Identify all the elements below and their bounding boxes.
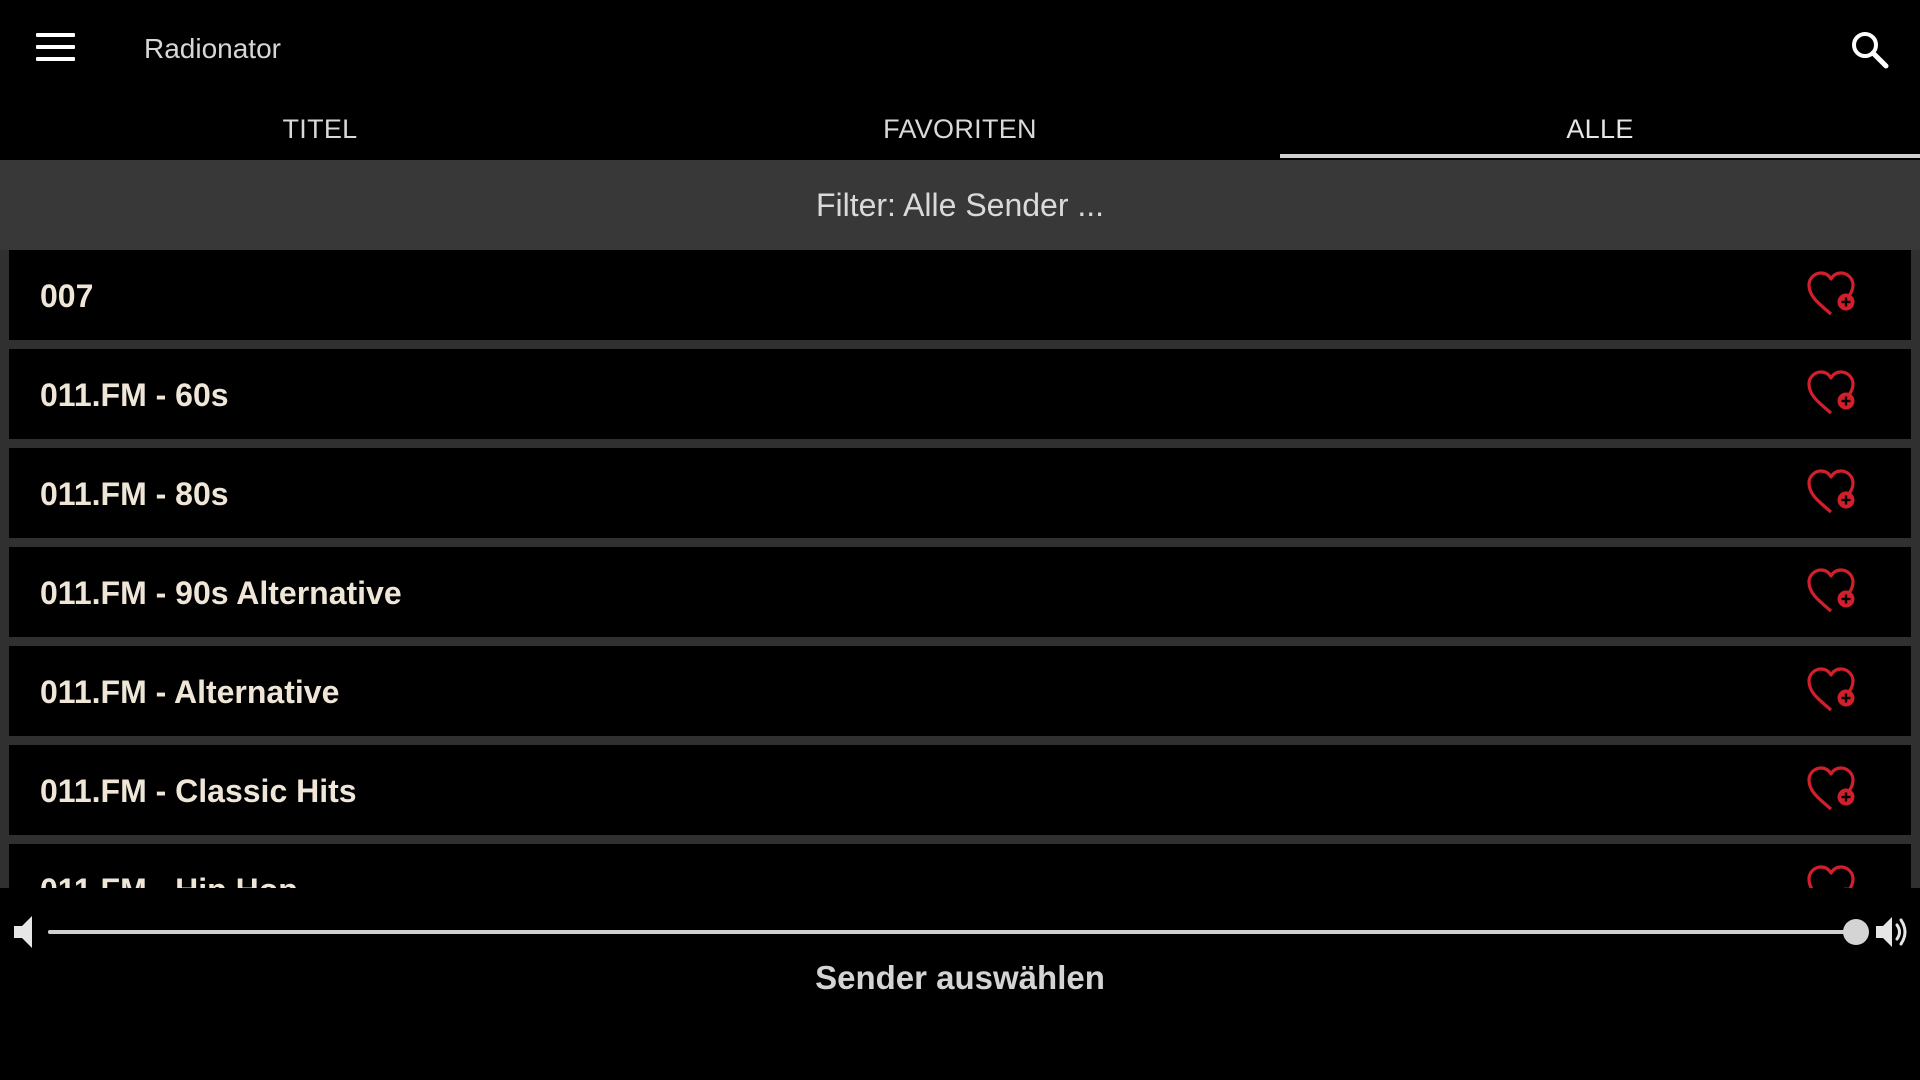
- heart-plus-icon[interactable]: [1806, 765, 1860, 815]
- station-row[interactable]: 007: [9, 250, 1911, 340]
- radio-app: Radionator TITEL FAVORITEN ALLE Filter: Al…: [0, 0, 1920, 1080]
- station-name: 011.FM - 60s: [40, 377, 229, 413]
- player-bar: Sender auswählen: [0, 888, 1920, 1080]
- heart-plus-icon[interactable]: [1806, 270, 1860, 320]
- station-list[interactable]: 007 011.FM - 60s 011.FM - 80s 011.FM - 90s …: [0, 250, 1920, 888]
- station-row[interactable]: 011.FM - Hip Hop: [9, 844, 1911, 888]
- heart-plus-icon[interactable]: [1806, 864, 1860, 888]
- tab-favoriten[interactable]: FAVORITEN: [640, 96, 1280, 160]
- heart-plus-icon[interactable]: [1806, 369, 1860, 419]
- volume-high-icon[interactable]: [1872, 910, 1916, 954]
- search-icon[interactable]: [1848, 28, 1892, 72]
- station-row[interactable]: 011.FM - 80s: [9, 448, 1911, 538]
- station-name: 011.FM - 80s: [40, 476, 229, 512]
- tab-bar: TITEL FAVORITEN ALLE: [0, 96, 1920, 160]
- station-row[interactable]: 011.FM - Classic Hits: [9, 745, 1911, 835]
- filter-button[interactable]: Filter: Alle Sender ...: [0, 160, 1920, 250]
- volume-slider[interactable]: [48, 919, 1869, 945]
- station-name: 007: [40, 278, 94, 314]
- volume-slider-fill: [48, 930, 1856, 934]
- station-name: 011.FM - Classic Hits: [40, 773, 357, 809]
- heart-plus-icon[interactable]: [1806, 567, 1860, 617]
- hamburger-menu-icon[interactable]: [36, 30, 76, 66]
- station-row[interactable]: 011.FM - Alternative: [9, 646, 1911, 736]
- tab-titel[interactable]: TITEL: [0, 96, 640, 160]
- station-name: 011.FM - Hip Hop: [40, 844, 298, 888]
- app-title: Radionator: [144, 33, 281, 64]
- heart-plus-icon[interactable]: [1806, 468, 1860, 518]
- station-name: 011.FM - 90s Alternative: [40, 575, 402, 611]
- volume-slider-thumb[interactable]: [1843, 919, 1869, 945]
- heart-plus-icon[interactable]: [1806, 666, 1860, 716]
- volume-low-icon[interactable]: [8, 910, 52, 954]
- station-name: 011.FM - Alternative: [40, 674, 340, 710]
- station-row[interactable]: 011.FM - 90s Alternative: [9, 547, 1911, 637]
- now-playing-status: Sender auswählen: [815, 959, 1105, 996]
- tab-alle[interactable]: ALLE: [1280, 96, 1920, 160]
- station-row[interactable]: 011.FM - 60s: [9, 349, 1911, 439]
- top-app-bar: Radionator: [0, 0, 1920, 96]
